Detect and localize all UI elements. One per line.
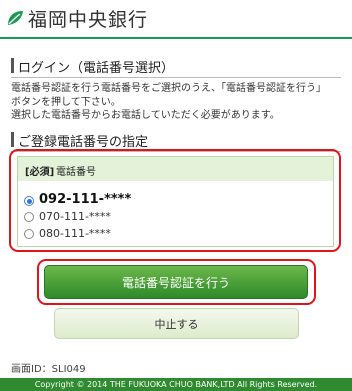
- page-title: ログイン（電話番号選択）: [18, 61, 175, 76]
- phone-number: 080-111-****: [39, 227, 111, 240]
- section-title: ご登録電話番号の指定: [18, 135, 149, 150]
- phone-number: 070-111-****: [39, 210, 111, 223]
- registered-phone-heading: ご登録電話番号の指定: [11, 131, 341, 152]
- required-badge: [必須]: [25, 167, 55, 178]
- radio-unselected[interactable]: [24, 212, 34, 222]
- phone-field-header: [必須] 電話番号: [18, 157, 333, 181]
- phone-option-3[interactable]: 080-111-****: [24, 227, 224, 243]
- heading-bar: [11, 132, 14, 147]
- instruction-line: 選択した電話番号からお電話していただく必要があります。: [11, 110, 280, 121]
- radio-selected[interactable]: [24, 196, 34, 206]
- phone-option-1[interactable]: 092-111-****: [24, 192, 224, 210]
- site-header: 福岡中央銀行: [0, 0, 352, 39]
- instruction-line: 電話番号認証を行う電話番号をご選択のうえ、「電話番号認証を行う」: [11, 83, 326, 94]
- heading-bar: [11, 58, 14, 73]
- phone-number: 092-111-****: [39, 192, 132, 207]
- instruction-line: ボタンを押して下さい。: [11, 96, 121, 108]
- cancel-button[interactable]: 中止する: [54, 308, 299, 339]
- phone-field-label: 電話番号: [56, 167, 96, 178]
- leaf-logo-icon: [8, 11, 23, 25]
- phone-option-2[interactable]: 070-111-****: [24, 210, 224, 226]
- bank-name: 福岡中央銀行: [28, 9, 149, 31]
- phone-select-card: [必須] 電話番号 092-111-**** 070-111-**** 080-…: [17, 156, 334, 247]
- footer-copyright: Copyright © 2014 THE FUKUOKA CHUO BANK,L…: [0, 378, 352, 391]
- instructions: 電話番号認証を行う電話番号をご選択のうえ、「電話番号認証を行う」 ボタンを押して…: [11, 82, 346, 123]
- login-section-heading: ログイン（電話番号選択）: [11, 57, 341, 78]
- heading-underline: [11, 77, 341, 78]
- verify-phone-button[interactable]: 電話番号認証を行う: [44, 265, 308, 299]
- screen-id: 画面ID：SLI049: [11, 364, 86, 375]
- radio-unselected[interactable]: [24, 229, 34, 239]
